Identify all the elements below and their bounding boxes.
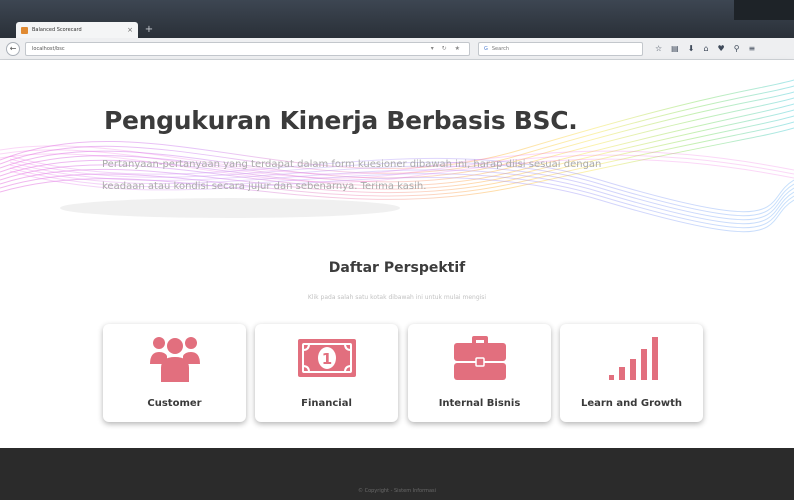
extension-icon[interactable]: ⚲: [734, 44, 740, 53]
window-controls[interactable]: [734, 0, 794, 20]
perspective-section: Daftar Perspektif Klik pada salah satu k…: [0, 242, 794, 447]
rainbow-wave-graphic: [0, 79, 794, 233]
browser-window: Balanced Scorecard × + ← localhost/bsc ▾…: [0, 0, 794, 500]
favicon-icon: [21, 26, 28, 34]
perspective-label: Customer: [147, 398, 202, 409]
tab-close-icon[interactable]: ×: [127, 26, 133, 34]
perspective-label: Financial: [301, 398, 352, 409]
bookmark-icon[interactable]: ☆: [655, 44, 662, 53]
users-icon: [103, 332, 246, 384]
section-title: Daftar Perspektif: [328, 260, 466, 276]
signal-bars-icon: [560, 332, 703, 384]
reading-list-icon[interactable]: ▤: [671, 44, 679, 53]
toolbar-icons: ☆ ▤ ⬇ ⌂ ♥ ⚲ ≡: [655, 44, 755, 53]
url-text: localhost/bsc: [32, 45, 65, 52]
section-subtitle: Klik pada salah satu kotak dibawah ini u…: [307, 294, 487, 301]
money-bill-icon: 1: [255, 332, 398, 384]
home-icon[interactable]: ⌂: [703, 44, 708, 53]
svg-text:1: 1: [321, 350, 331, 368]
perspective-card-financial[interactable]: 1 Financial: [255, 324, 398, 422]
back-button[interactable]: ←: [6, 41, 20, 56]
page-title: Pengukuran Kinerja Berbasis BSC.: [104, 106, 578, 135]
perspective-card-internal-bisnis[interactable]: Internal Bisnis: [408, 324, 551, 422]
download-icon[interactable]: ⬇: [688, 44, 695, 53]
footer: © Copyright - Sistem Informasi: [0, 448, 794, 500]
url-actions-icon[interactable]: ▾ ↻ ★: [431, 45, 463, 52]
tab-bar: Balanced Scorecard × +: [0, 0, 794, 38]
pocket-icon[interactable]: ♥: [718, 44, 725, 53]
navigation-bar: ← localhost/bsc ▾ ↻ ★ G Search ☆ ▤ ⬇ ⌂ ♥…: [0, 38, 794, 60]
hero-banner: Pengukuran Kinerja Berbasis BSC. Pertany…: [0, 60, 794, 242]
tab-title: Balanced Scorecard: [32, 27, 82, 33]
perspective-cards: Customer 1 Financial Internal Bisnis Lea…: [103, 324, 703, 424]
footer-copyright: © Copyright - Sistem Informasi: [357, 488, 437, 494]
briefcase-icon: [408, 332, 551, 384]
perspective-label: Internal Bisnis: [438, 398, 521, 409]
perspective-card-learn-and-growth[interactable]: Learn and Growth: [560, 324, 703, 422]
new-tab-button[interactable]: +: [142, 24, 156, 36]
browser-tab[interactable]: Balanced Scorecard ×: [16, 22, 138, 38]
perspective-label: Learn and Growth: [580, 398, 683, 409]
menu-icon[interactable]: ≡: [749, 44, 756, 53]
perspective-card-customer[interactable]: Customer: [103, 324, 246, 422]
page-description: Pertanyaan-pertanyaan yang terdapat dala…: [102, 159, 602, 192]
search-engine-icon[interactable]: G: [484, 46, 488, 52]
url-bar[interactable]: localhost/bsc ▾ ↻ ★: [25, 41, 470, 56]
search-placeholder: Search: [491, 45, 510, 52]
search-input[interactable]: G Search: [478, 41, 643, 56]
